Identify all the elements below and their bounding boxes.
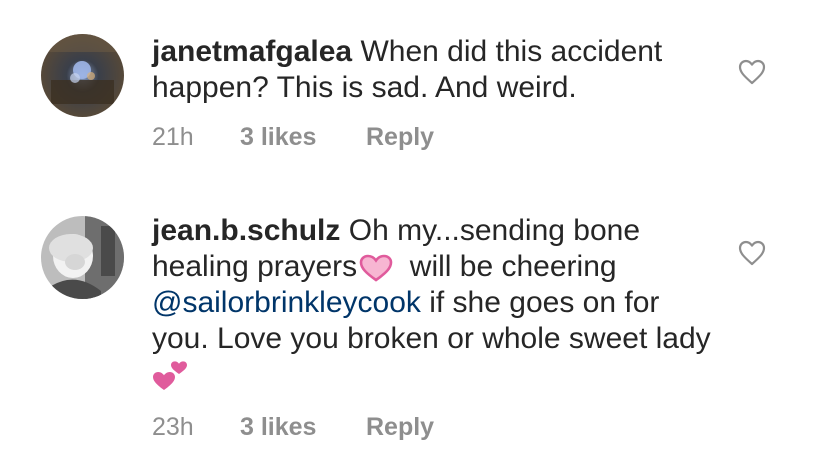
comment-timestamp[interactable]: 23h	[152, 411, 240, 443]
mention-link[interactable]: @sailorbrinkleycook	[152, 286, 421, 319]
heart-outline-icon	[738, 59, 766, 85]
avatar[interactable]	[41, 34, 124, 117]
reply-button[interactable]: Reply	[366, 123, 434, 151]
comment-text: jean.b.schulz Oh my...sending bone heali…	[152, 213, 712, 393]
pink-heart-icon	[359, 254, 393, 282]
comment-1: janetmafgalea When did this accident hap…	[0, 0, 821, 185]
heart-outline-icon	[738, 240, 766, 266]
avatar-photo	[41, 216, 124, 299]
pink-heart-emoji	[359, 254, 393, 282]
reply-button[interactable]: Reply	[366, 413, 434, 441]
comment-2: jean.b.schulz Oh my...sending bone heali…	[0, 185, 821, 457]
comment-likes-count[interactable]: 3 likes	[240, 411, 366, 443]
comment-timestamp[interactable]: 21h	[152, 121, 240, 153]
comment-meta: 23h 3 likes Reply	[152, 411, 434, 443]
comment-username[interactable]: janetmafgalea	[152, 35, 352, 68]
like-button[interactable]	[738, 59, 766, 85]
comment-body-part-2: will be cheering	[393, 250, 617, 283]
like-button[interactable]	[738, 240, 766, 266]
comment-likes-count[interactable]: 3 likes	[240, 121, 366, 153]
two-hearts-emoji	[152, 360, 190, 392]
avatar-photo	[41, 34, 124, 117]
avatar[interactable]	[41, 216, 124, 299]
comment-text: janetmafgalea When did this accident hap…	[152, 34, 712, 106]
two-hearts-icon	[153, 361, 187, 391]
comment-username[interactable]: jean.b.schulz	[152, 214, 340, 247]
comment-meta: 21h 3 likes Reply	[152, 121, 434, 153]
